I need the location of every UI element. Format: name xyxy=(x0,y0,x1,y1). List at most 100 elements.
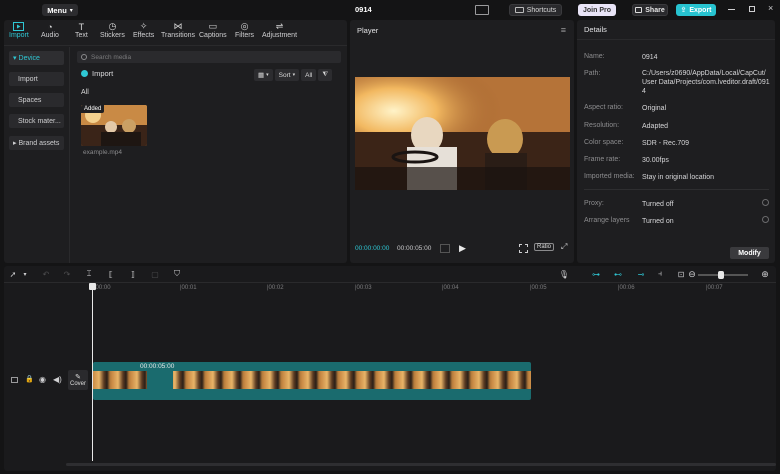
view-mode-button[interactable]: ▦ ▾ xyxy=(254,69,273,81)
ratio-button[interactable]: Ratio xyxy=(534,243,555,251)
zoom-slider-handle[interactable] xyxy=(718,271,724,279)
lock-icon[interactable]: 🔒 xyxy=(25,375,34,383)
search-input[interactable]: Search media xyxy=(77,51,341,63)
sort-button[interactable]: Sort ▾ xyxy=(274,69,300,81)
tab-effects[interactable]: ✧ Effects xyxy=(133,21,154,39)
filter-icon[interactable]: ⧨ xyxy=(318,69,333,81)
current-timecode: 00:00:00:00 xyxy=(355,245,390,252)
share-label: Share xyxy=(645,6,665,14)
media-clip-thumbnail[interactable]: Added xyxy=(81,105,147,146)
cover-button[interactable]: ✎ Cover xyxy=(68,370,88,390)
project-title: 0914 xyxy=(355,5,372,14)
media-tabs: Import ◔ Audio T Text ◷ Stickers ✧ Effec… xyxy=(4,20,347,46)
media-sidebar: ▾ Device Import Spaces Stock mater... ▸ … xyxy=(4,47,70,263)
timeline-scrollbar[interactable] xyxy=(66,463,776,466)
keyboard-icon xyxy=(514,7,524,13)
maximize-icon[interactable] xyxy=(749,6,755,12)
chevron-down-icon[interactable]: ▾ xyxy=(20,269,30,279)
media-panel: Import ◔ Audio T Text ◷ Stickers ✧ Effec… xyxy=(4,20,347,263)
detail-label: Arrange layers xyxy=(584,217,630,224)
tab-text[interactable]: T Text xyxy=(75,21,88,40)
shield-icon[interactable]: ⛉ xyxy=(172,269,182,279)
redo-icon[interactable]: ↷ xyxy=(62,269,72,279)
playhead[interactable] xyxy=(92,285,93,461)
share-button[interactable]: Share xyxy=(632,4,668,16)
export-button[interactable]: ⇪ Export xyxy=(676,4,716,16)
ruler-tick: |00:02 xyxy=(267,285,284,291)
trim-left-icon[interactable]: ⟦ xyxy=(106,269,116,279)
ruler-tick: |00:06 xyxy=(618,285,635,291)
modify-button[interactable]: Modify xyxy=(730,247,769,259)
eye-icon[interactable]: ◉ xyxy=(39,375,46,384)
video-preview[interactable] xyxy=(355,77,570,190)
split-icon[interactable]: ⌶ xyxy=(84,269,94,279)
join-pro-label: Join Pro xyxy=(582,6,611,14)
filter-all-button[interactable]: All xyxy=(301,69,317,81)
auto-snap-icon[interactable]: ⊷ xyxy=(611,269,625,279)
microphone-icon[interactable]: 🎙 xyxy=(559,269,569,279)
fullscreen-scan-icon[interactable] xyxy=(519,244,528,253)
tab-label: Stickers xyxy=(100,32,125,39)
tab-transitions[interactable]: ⋈ Transitions xyxy=(161,21,195,39)
layout-icon[interactable] xyxy=(475,5,489,15)
playhead-handle[interactable] xyxy=(89,283,96,290)
preview-axis-icon[interactable]: ⫞ xyxy=(655,269,665,279)
tab-label: Text xyxy=(75,32,88,39)
tab-captions[interactable]: ▭ Captions xyxy=(199,21,227,39)
tab-label: Captions xyxy=(199,32,227,39)
sidebar-item-stock-material[interactable]: Stock mater... xyxy=(9,114,64,128)
search-placeholder: Search media xyxy=(91,53,132,61)
sidebar-item-import[interactable]: Import xyxy=(9,72,64,86)
detail-label: Proxy: xyxy=(584,200,604,207)
chevron-down-icon: ▾ xyxy=(266,72,269,78)
expand-icon[interactable]: ⤢ xyxy=(561,242,567,252)
sidebar-item-spaces[interactable]: Spaces xyxy=(9,93,64,107)
search-icon xyxy=(81,54,87,60)
import-label: Import xyxy=(92,69,114,78)
minimize-icon[interactable] xyxy=(728,9,735,10)
import-button[interactable]: Import xyxy=(81,69,113,78)
info-icon[interactable] xyxy=(762,199,769,206)
speaker-icon[interactable]: ◀) xyxy=(53,375,62,384)
tab-filters[interactable]: ◎ Filters xyxy=(235,21,254,39)
sidebar-item-brand-assets[interactable]: ▸ Brand assets xyxy=(9,136,64,150)
menu-button[interactable]: Menu ▾ xyxy=(42,4,78,16)
tab-adjustment[interactable]: ⇌ Adjustment xyxy=(262,21,297,39)
shortcuts-button[interactable]: Shortcuts xyxy=(509,4,562,16)
tab-label: Transitions xyxy=(161,32,195,39)
timeline-grid-icon[interactable] xyxy=(440,244,450,253)
transitions-icon: ⋈ xyxy=(173,21,183,31)
timeline-video-clip[interactable]: 00:00:05:00 xyxy=(93,362,531,400)
capcut-window: Menu ▾ 0914 Shortcuts Join Pro Share ⇪ E… xyxy=(0,0,780,474)
export-icon: ⇪ xyxy=(680,7,687,14)
select-cursor-icon[interactable]: ➚ xyxy=(8,269,18,279)
trim-right-icon[interactable]: ⟧ xyxy=(128,269,138,279)
text-icon: T xyxy=(78,21,85,32)
hamburger-menu-icon[interactable]: ≡ xyxy=(561,25,566,35)
tab-import[interactable]: Import xyxy=(9,21,29,39)
tab-stickers[interactable]: ◷ Stickers xyxy=(100,21,125,39)
sidebar-item-device[interactable]: ▾ Device xyxy=(9,51,64,65)
undo-icon[interactable]: ↶ xyxy=(41,269,51,279)
shortcuts-label: Shortcuts xyxy=(526,6,557,14)
ruler-tick: |00:04 xyxy=(442,285,459,291)
caption-icon[interactable]: ⊡ xyxy=(676,269,686,279)
join-pro-button[interactable]: Join Pro xyxy=(578,4,616,16)
track-display-icon[interactable] xyxy=(11,377,18,383)
info-icon[interactable] xyxy=(762,216,769,223)
delete-icon[interactable]: ▢ xyxy=(150,269,160,279)
tab-audio[interactable]: ◔ Audio xyxy=(41,21,59,40)
zoom-out-icon[interactable]: ⊖ xyxy=(687,269,697,279)
timeline-panel: ➚ ▾ ↶ ↷ ⌶ ⟦ ⟧ ▢ ⛉ 🎙 ⊶ ⊷ ⊸ ⫞ ⊡ ⊖ ⊕ |00:00… xyxy=(4,266,776,471)
close-icon[interactable]: × xyxy=(768,3,773,13)
audio-icon: ◔ xyxy=(47,21,53,32)
time-ruler[interactable]: |00:00 |00:01 |00:02 |00:03 |00:04 |00:0… xyxy=(92,284,776,294)
title-bar: Menu ▾ 0914 Shortcuts Join Pro Share ⇪ E… xyxy=(0,0,780,19)
sort-label: Sort xyxy=(278,71,291,79)
main-track-magnet-icon[interactable]: ⊶ xyxy=(589,269,603,279)
clip-duration-label: 00:00:05:00 xyxy=(140,363,175,370)
zoom-in-icon[interactable]: ⊕ xyxy=(760,269,770,279)
chevron-down-icon: ▾ xyxy=(292,72,296,78)
linkage-icon[interactable]: ⊸ xyxy=(634,269,648,279)
play-icon[interactable]: ▶ xyxy=(459,243,466,254)
